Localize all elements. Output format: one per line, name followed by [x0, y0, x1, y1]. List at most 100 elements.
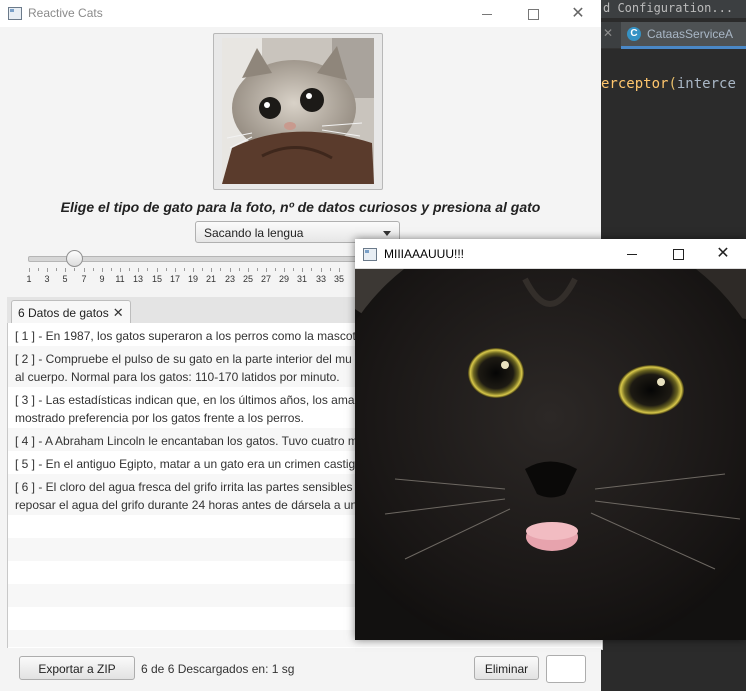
- slider-minor-tick: [311, 268, 312, 271]
- slider-minor-tick: [38, 268, 39, 271]
- close-icon[interactable]: ✕: [603, 26, 613, 40]
- fact-line: [ 1 ] - En 1987, los gatos superaron a l…: [15, 329, 363, 343]
- slider-minor-tick: [220, 268, 221, 271]
- export-zip-button[interactable]: Exportar a ZIP: [19, 656, 135, 680]
- slider-minor-tick: [257, 268, 258, 271]
- slider-tick: [248, 268, 249, 272]
- ide-editor-tab[interactable]: C CataasServiceA: [621, 22, 746, 49]
- fact-line: [ 3 ] - Las estadísticas indican que, en…: [15, 393, 365, 407]
- slider-tick: [175, 268, 176, 272]
- minimize-icon: [627, 253, 637, 255]
- slider-tick-label: 33: [315, 274, 326, 284]
- slider-tick: [193, 268, 194, 272]
- close-icon: ✕: [571, 5, 585, 22]
- fact-line: al cuerpo. Normal para los gatos: 110-17…: [15, 370, 340, 384]
- fact-text: [ 6 ] - El cloro del agua fresca del gri…: [15, 478, 363, 514]
- download-status: 6 de 6 Descargados en: 1 sg: [141, 662, 295, 676]
- tab-close-icon[interactable]: ✕: [113, 305, 124, 321]
- code-arg: interce: [676, 76, 736, 92]
- slider-tick: [230, 268, 231, 272]
- slider-tick-label: 5: [62, 274, 68, 284]
- slider-minor-tick: [239, 268, 240, 271]
- slider-minor-tick: [330, 268, 331, 271]
- fact-text: [ 4 ] - A Abraham Lincoln le encantaban …: [15, 432, 358, 450]
- window-title: Reactive Cats: [28, 6, 103, 20]
- delete-button[interactable]: Eliminar: [474, 656, 539, 680]
- app-icon: [8, 7, 22, 20]
- slider-tick-label: 23: [224, 274, 235, 284]
- popup-maximize-button[interactable]: [655, 239, 701, 268]
- fact-line: [ 6 ] - El cloro del agua fresca del gri…: [15, 480, 363, 494]
- app-icon: [363, 248, 377, 261]
- slider-tick-label: 3: [44, 274, 50, 284]
- fact-line: reposar el agua del grifo durante 24 hor…: [15, 498, 358, 512]
- class-icon: C: [627, 27, 641, 41]
- slider-tick: [339, 268, 340, 272]
- code-paren: (: [668, 76, 677, 92]
- minimize-button[interactable]: [464, 0, 510, 27]
- slider-tick-label: 13: [132, 274, 143, 284]
- slider-minor-tick: [56, 268, 57, 271]
- instruction-prompt: Elige el tipo de gato para la foto, nº d…: [60, 199, 541, 215]
- fact-text: [ 3 ] - Las estadísticas indican que, en…: [15, 391, 365, 427]
- fact-line: mostrado preferencia por los gatos frent…: [15, 411, 304, 425]
- slider-tick-label: 35: [333, 274, 344, 284]
- slider-tick-label: 29: [278, 274, 289, 284]
- slider-tick: [321, 268, 322, 272]
- slider-minor-tick: [129, 268, 130, 271]
- fact-line: [ 5 ] - En el antiguo Egipto, matar a un…: [15, 457, 356, 471]
- slider-minor-tick: [93, 268, 94, 271]
- tab-facts-label: 6 Datos de gatos: [18, 306, 109, 320]
- facts-slider-thumb[interactable]: [66, 250, 83, 267]
- slider-tick-label: 17: [169, 274, 180, 284]
- fact-text: [ 2 ] - Compruebe el pulso de su gato en…: [15, 350, 352, 386]
- close-button[interactable]: ✕: [555, 0, 601, 27]
- fact-line: [ 4 ] - A Abraham Lincoln le encantaban …: [15, 434, 358, 448]
- cat-photo: [222, 38, 374, 184]
- slider-minor-tick: [275, 268, 276, 271]
- maximize-icon: [672, 248, 684, 260]
- slider-tick-label: 15: [151, 274, 162, 284]
- maximize-button[interactable]: [510, 0, 556, 27]
- slider-tick-label: 25: [242, 274, 253, 284]
- ide-tab-bar: ✕ C CataasServiceA: [601, 22, 746, 49]
- tab-facts[interactable]: 6 Datos de gatos ✕: [11, 300, 131, 325]
- cat-popup-window: MIIIAAAUUU!!! ✕: [355, 239, 746, 640]
- popup-titlebar[interactable]: MIIIAAAUUU!!! ✕: [355, 239, 746, 269]
- maximize-icon: [527, 8, 539, 20]
- ide-run-config[interactable]: d Configuration...: [601, 0, 746, 18]
- main-titlebar[interactable]: Reactive Cats ✕: [0, 0, 601, 27]
- popup-cat-image: [355, 269, 746, 640]
- slider-minor-tick: [147, 268, 148, 271]
- slider-tick-label: 31: [296, 274, 307, 284]
- minimize-icon: [482, 13, 492, 15]
- slider-minor-tick: [111, 268, 112, 271]
- slider-tick-label: 11: [115, 274, 125, 284]
- slider-tick: [47, 268, 48, 272]
- slider-tick: [102, 268, 103, 272]
- fact-text: [ 1 ] - En 1987, los gatos superaron a l…: [15, 327, 363, 345]
- slider-tick: [120, 268, 121, 272]
- popup-minimize-button[interactable]: [609, 239, 655, 268]
- extra-field[interactable]: [546, 655, 586, 683]
- slider-minor-tick: [293, 268, 294, 271]
- popup-close-button[interactable]: ✕: [700, 239, 746, 268]
- slider-minor-tick: [166, 268, 167, 271]
- close-icon: ✕: [716, 245, 730, 262]
- slider-tick: [157, 268, 158, 272]
- ide-tab-label: CataasServiceA: [647, 27, 734, 41]
- fact-line: [ 2 ] - Compruebe el pulso de su gato en…: [15, 352, 352, 366]
- slider-tick-label: 19: [187, 274, 198, 284]
- chevron-down-icon: [383, 231, 391, 236]
- slider-tick-label: 21: [205, 274, 216, 284]
- code-function: erceptor: [601, 76, 669, 92]
- slider-tick-label: 9: [99, 274, 105, 284]
- combo-selected-value: Sacando la lengua: [204, 226, 304, 240]
- slider-tick-label: 27: [260, 274, 271, 284]
- slider-minor-tick: [74, 268, 75, 271]
- slider-minor-tick: [184, 268, 185, 271]
- cat-photo-button[interactable]: [213, 33, 383, 190]
- slider-tick-label: 1: [26, 274, 32, 284]
- slider-tick: [284, 268, 285, 272]
- slider-tick: [84, 268, 85, 272]
